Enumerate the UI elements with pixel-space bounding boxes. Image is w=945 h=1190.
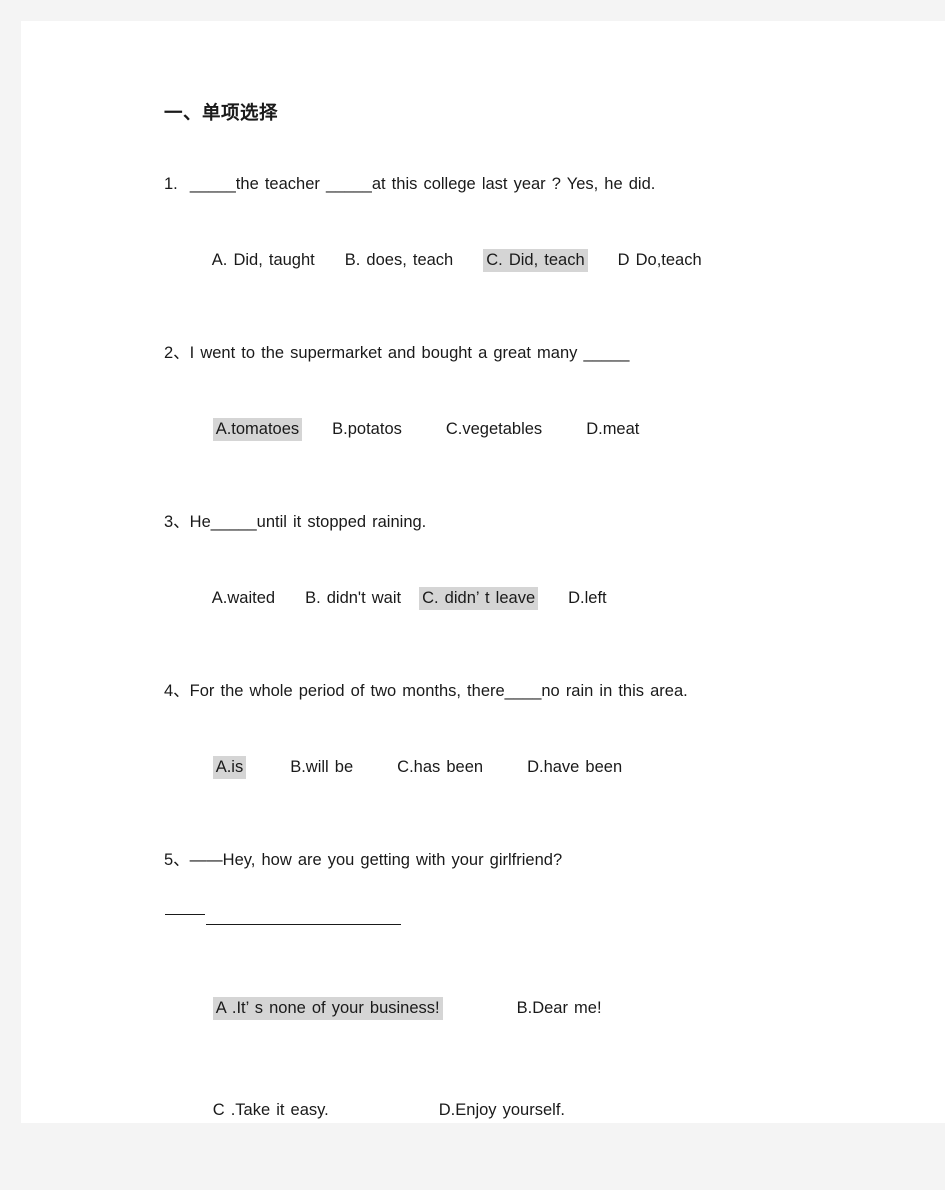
question-4-stem: 4、For the whole period of two months, th… [164, 681, 688, 700]
question-1-option-a[interactable]: A. Did, taught [212, 251, 315, 269]
question-4-option-d[interactable]: D.have been [527, 758, 622, 776]
question-5-answer-blank[interactable] [164, 900, 864, 946]
question-2-option-a[interactable]: A.tomatoes [212, 418, 303, 442]
question-4-option-b[interactable]: B.will be [290, 758, 353, 776]
question-1-option-b[interactable]: B. does, teach [345, 251, 454, 269]
page-title: 一、单项选择 [164, 102, 279, 123]
question-3-option-b[interactable]: B. didn't wait [305, 589, 401, 607]
question-5-stem: 5、——Hey, how are you getting with your g… [164, 850, 563, 869]
question-5-options-row-2: C .Take it easy. D.Enjoy yourself. [164, 1073, 864, 1147]
question-4-options: A.is B.will be C.has been D.have been [164, 731, 864, 805]
question-2-option-d[interactable]: D.meat [586, 420, 639, 438]
document-content: 一、单项选择 1. _____the teacher _____at this … [164, 101, 864, 1190]
question-5-option-c[interactable]: C .Take it easy. [213, 1101, 329, 1119]
question-2-option-b[interactable]: B.potatos [332, 420, 402, 438]
question-1-options: A. Did, taught B. does, teach C. Did, teac… [164, 224, 864, 298]
question-5: 5、——Hey, how are you getting with your g… [164, 848, 864, 1147]
question-2: 2、I went to the supermarket and bought a… [164, 341, 864, 467]
question-3-option-a[interactable]: A.waited [212, 589, 275, 607]
question-4: 4、For the whole period of two months, th… [164, 679, 864, 805]
question-5-option-d[interactable]: D.Enjoy yourself. [439, 1101, 565, 1119]
question-5-options-row-1: A .It’ s none of your business! B.Dear me… [164, 972, 864, 1046]
question-3-options: A.waited B. didn't wait C. didn’ t leave D.… [164, 562, 864, 636]
question-1: 1. _____the teacher _____at this college… [164, 172, 864, 298]
answer-blank-line [206, 923, 401, 925]
question-3: 3、He_____until it stopped raining. A.wai… [164, 510, 864, 636]
question-5-option-b[interactable]: B.Dear me! [517, 999, 602, 1017]
question-3-stem: 3、He_____until it stopped raining. [164, 512, 427, 531]
question-1-option-c[interactable]: C. Did, teach [483, 249, 588, 273]
question-1-stem: 1. _____the teacher _____at this college… [164, 174, 656, 193]
question-3-option-c[interactable]: C. didn’ t leave [419, 587, 539, 611]
question-2-stem: 2、I went to the supermarket and bought a… [164, 343, 630, 362]
question-1-option-d[interactable]: D Do,teach [618, 251, 702, 269]
answer-dash-short [165, 913, 205, 915]
question-4-option-c[interactable]: C.has been [397, 758, 483, 776]
question-2-options: A.tomatoes B.potatos C.vegetables D.meat [164, 393, 864, 467]
question-4-option-a[interactable]: A.is [212, 756, 247, 780]
question-2-option-c[interactable]: C.vegetables [446, 420, 542, 438]
question-5-option-a[interactable]: A .It’ s none of your business! [212, 997, 443, 1021]
document-page: 一、单项选择 1. _____the teacher _____at this … [21, 21, 945, 1123]
question-3-option-d[interactable]: D.left [568, 589, 607, 607]
